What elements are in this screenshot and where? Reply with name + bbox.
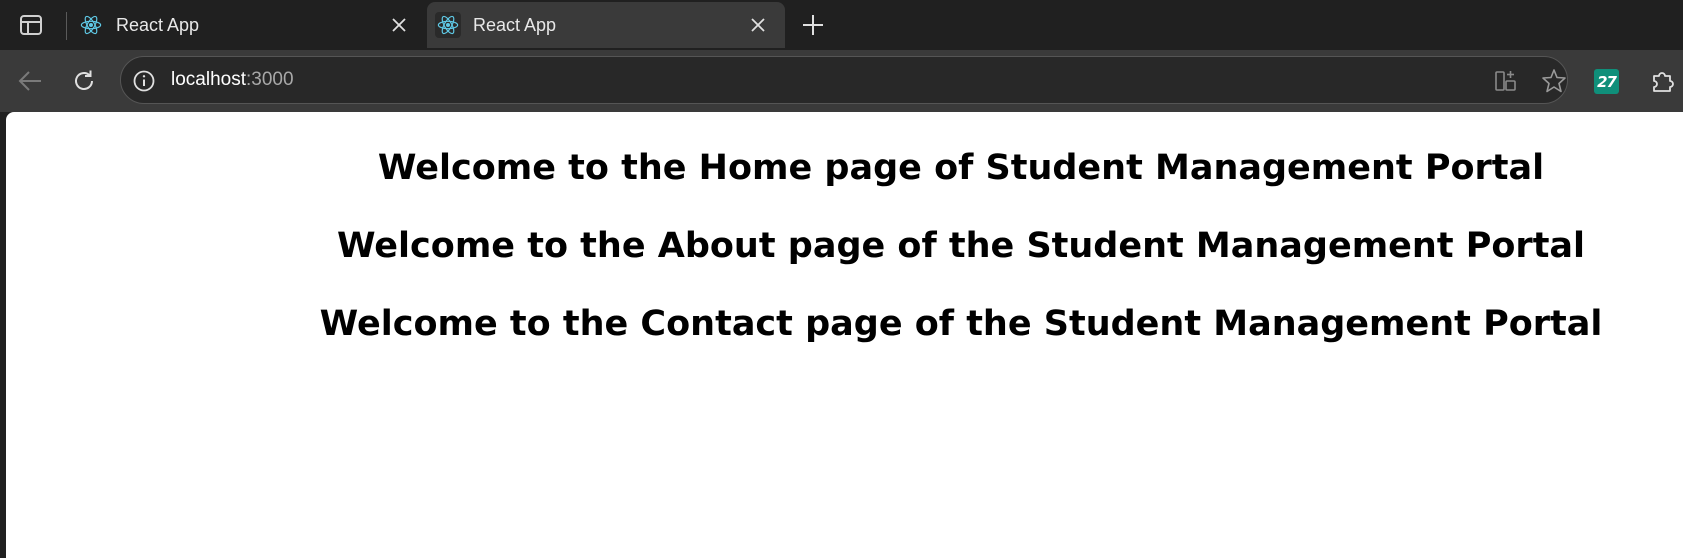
tab-title: React App — [116, 14, 200, 35]
tab-strip: React App React App — [0, 0, 1683, 50]
star-icon[interactable] — [1540, 67, 1568, 95]
about-heading: Welcome to the About page of the Student… — [336, 226, 1586, 266]
url-host: localhost — [171, 69, 246, 90]
close-icon[interactable] — [384, 10, 414, 40]
react-icon — [435, 12, 461, 38]
tab-title: React App — [473, 14, 557, 35]
split-screen-icon[interactable] — [1492, 67, 1520, 95]
url-text[interactable]: localhost:3000 — [171, 69, 294, 91]
puzzle-icon[interactable] — [1644, 63, 1680, 99]
contact-heading: Welcome to the Contact page of the Stude… — [319, 304, 1603, 344]
react-icon — [78, 12, 104, 38]
tab-separator — [66, 12, 67, 40]
page-viewport: Welcome to the Home page of Student Mana… — [6, 112, 1683, 558]
info-icon[interactable] — [131, 68, 157, 94]
address-bar[interactable]: localhost:3000 — [120, 56, 1568, 104]
extension-badge[interactable]: 27 — [1594, 69, 1619, 94]
toolbar: localhost:3000 27 — [0, 50, 1683, 112]
home-heading: Welcome to the Home page of Student Mana… — [377, 148, 1545, 188]
browser-window: React App React App localhost:3000 27 We… — [0, 0, 1683, 558]
back-arrow-icon[interactable] — [12, 63, 48, 99]
url-port: :3000 — [246, 69, 294, 90]
reload-icon[interactable] — [66, 63, 102, 99]
tab-react-app-1[interactable]: React App — [70, 2, 426, 48]
plus-icon[interactable] — [797, 9, 829, 41]
close-icon[interactable] — [743, 10, 773, 40]
tab-react-app-2[interactable]: React App — [427, 2, 785, 48]
tab-actions-icon[interactable] — [14, 12, 48, 38]
